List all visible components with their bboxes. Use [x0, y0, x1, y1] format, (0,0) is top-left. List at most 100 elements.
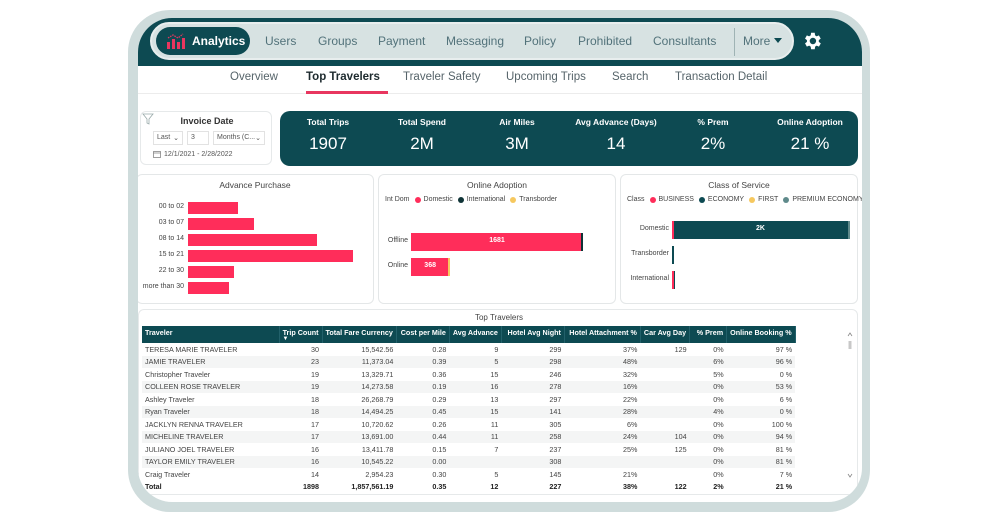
column-header[interactable]: Hotel Avg Night — [501, 326, 565, 343]
nav-item-consultants[interactable]: Consultants — [653, 34, 716, 48]
column-header[interactable]: Car Avg Day — [640, 326, 691, 343]
legend-label[interactable]: Domestic — [424, 196, 453, 203]
nav-more-dropdown[interactable]: More — [743, 34, 783, 48]
total-cell: 227 — [549, 482, 562, 492]
bar[interactable] — [188, 234, 317, 246]
dashboard-screen: Analytics Users Groups Payment Messaging… — [138, 18, 862, 502]
table-row[interactable]: JULIANO JOEL TRAVELER 16 13,411.78 0.15 7 237… — [142, 443, 795, 456]
bar[interactable] — [188, 282, 230, 294]
table-cell: 0% — [713, 444, 724, 454]
nav-separator — [734, 28, 735, 56]
period-type-value: Last — [157, 134, 171, 141]
table-cell — [640, 455, 690, 468]
nav-item-prohibited[interactable]: Prohibited — [578, 34, 632, 48]
column-header[interactable]: % Prem — [689, 326, 728, 343]
column-header[interactable]: Trip Count ▼ — [279, 326, 323, 343]
table-cell — [640, 405, 690, 418]
bar[interactable] — [188, 202, 239, 214]
tab-overview[interactable]: Overview — [230, 71, 278, 83]
table-cell: 0.28 — [432, 344, 447, 354]
nav-item-users[interactable]: Users — [265, 34, 296, 48]
legend-label[interactable]: BUSINESS — [659, 196, 694, 203]
table-cell: TERESA MARIE TRAVELER — [145, 344, 238, 354]
table-cell: Ashley Traveler — [145, 394, 195, 404]
table-cell — [640, 380, 690, 393]
nav-item-messaging[interactable]: Messaging — [446, 34, 504, 48]
table-row[interactable]: TERESA MARIE TRAVELER 30 15,542.56 0.28 9 299… — [142, 343, 795, 356]
calendar-icon — [153, 151, 161, 158]
chevron-down-icon: ⌄ — [255, 135, 261, 142]
tab-search[interactable]: Search — [612, 71, 648, 83]
column-header[interactable]: Traveler — [142, 326, 280, 343]
legend-label[interactable]: ECONOMY — [708, 196, 744, 203]
gear-icon[interactable] — [801, 30, 823, 52]
column-header[interactable]: Total Fare Currency — [322, 326, 397, 343]
table-cell: 0% — [713, 394, 724, 404]
table-row[interactable]: JAMIE TRAVELER 23 11,373.04 0.39 5 298 48% 6% 96… — [142, 355, 796, 368]
table-cell: 37% — [623, 344, 638, 354]
chart-title: Advance Purchase — [219, 180, 291, 190]
table-cell — [640, 393, 689, 406]
bar-segment[interactable] — [672, 246, 674, 264]
period-type-select[interactable]: Last ⌄ — [153, 131, 183, 145]
table-scrollbar[interactable] — [846, 330, 854, 480]
table-row[interactable]: Ashley Traveler 18 26,268.79 0.29 13 297 22% 0%… — [142, 393, 795, 406]
table-row[interactable]: Ryan Traveler 18 14,494.25 0.45 15 141 28% 4% 0 … — [142, 405, 796, 418]
kpi-value: 2% — [700, 134, 726, 153]
total-cell: 2% — [713, 482, 724, 492]
column-header[interactable]: Cost per Mile — [396, 326, 450, 343]
tab-top-travelers[interactable]: Top Travelers — [306, 71, 380, 83]
tab-transaction-detail[interactable]: Transaction Detail — [675, 71, 767, 83]
period-unit-select[interactable]: Months (C... ⌄ — [213, 131, 265, 145]
category-label: Transborder — [631, 250, 669, 257]
table-row[interactable]: Christopher Traveler 19 13,329.71 0.36 15 246… — [142, 368, 795, 381]
table-row[interactable]: COLLEEN ROSE TRAVELER 19 14,273.58 0.19 16 27… — [142, 380, 796, 393]
table-cell: 125 — [674, 444, 687, 454]
bar[interactable] — [188, 218, 254, 230]
period-count-input[interactable]: 3 — [187, 131, 209, 145]
table-cell: 14,273.58 — [322, 380, 397, 393]
nav-item-groups[interactable]: Groups — [318, 34, 357, 48]
tab-traveler-safety[interactable]: Traveler Safety — [403, 71, 481, 83]
table-cell: 299 — [549, 344, 562, 354]
bar[interactable] — [188, 266, 235, 278]
total-cell: 0.35 — [432, 482, 447, 492]
table-cell: 0.26 — [432, 419, 447, 429]
column-header[interactable]: Hotel Attachment % — [564, 326, 641, 343]
table-cell: 100 % — [771, 419, 793, 429]
report-tabs: Overview Top Travelers Traveler Safety U… — [138, 66, 862, 94]
table-cell: 5% — [713, 369, 724, 379]
date-range[interactable]: 12/1/2021 - 2/28/2022 — [153, 150, 233, 158]
table-row[interactable]: MICHELINE TRAVELER 17 13,691.00 0.44 11 258 24… — [142, 430, 796, 443]
column-header[interactable]: Online Booking % — [726, 326, 796, 343]
table-cell: 15,542.56 — [361, 344, 394, 354]
column-header-label: Hotel Attachment % — [569, 328, 637, 337]
table-row[interactable]: Craig Traveler 14 2,954.23 0.30 5 145 21% 0% 7 % — [142, 468, 795, 481]
nav-item-payment[interactable]: Payment — [378, 34, 425, 48]
table-row[interactable]: JACKLYN RENNA TRAVELER 17 10,720.62 0.26 11 3… — [142, 418, 795, 431]
bar-segment[interactable] — [673, 271, 675, 289]
legend-label[interactable]: International — [467, 196, 506, 203]
legend-label[interactable]: PREMIUM ECONOMY — [792, 196, 862, 203]
table-cell — [449, 455, 502, 468]
tab-upcoming-trips[interactable]: Upcoming Trips — [506, 71, 586, 83]
table-cell: Christopher Traveler — [145, 369, 211, 379]
online-adoption-chart: Online Adoption Int Dom Domestic Internati… — [378, 174, 616, 304]
category-label: 00 to 02 — [158, 203, 184, 210]
nav-item-policy[interactable]: Policy — [524, 34, 556, 48]
table-cell: 15 — [490, 369, 499, 379]
nav-item-analytics[interactable]: Analytics — [156, 27, 250, 55]
legend-label[interactable]: Transborder — [519, 196, 557, 203]
table-cell: 4% — [689, 405, 727, 418]
legend-label[interactable]: FIRST — [758, 196, 778, 203]
table-cell: 19 — [279, 380, 322, 393]
legend-dot — [783, 196, 790, 203]
column-header-label: Hotel Avg Night — [507, 328, 561, 337]
column-header[interactable]: Avg Advance — [449, 326, 502, 343]
bar[interactable] — [188, 250, 353, 262]
table-cell: MICHELINE TRAVELER — [142, 430, 279, 443]
kpi-value: 2M — [410, 134, 434, 153]
table-cell: 23 — [279, 355, 322, 368]
table-row[interactable]: TAYLOR EMILY TRAVELER 16 10,545.22 0.00 308 0… — [142, 455, 796, 468]
kpi-label: Total Trips — [306, 117, 350, 127]
